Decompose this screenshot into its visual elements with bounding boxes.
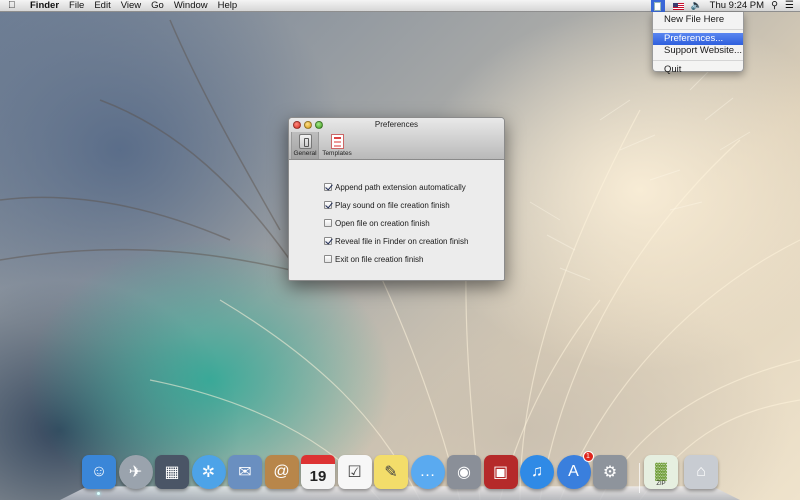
checkbox-append-path-extension[interactable] [324,183,332,191]
safari-icon[interactable]: ✲ [191,455,226,489]
spotlight-search-icon[interactable]: ⚲ [771,0,778,12]
menu-file[interactable]: File [69,0,84,12]
zip-label: ZIP [656,481,666,487]
notification-center-icon[interactable]: ☰ [785,0,794,12]
preferences-window: Preferences General Templates Append pat… [288,117,505,281]
option-label: Play sound on file creation finish [335,200,450,210]
menu-go[interactable]: Go [151,0,164,12]
option-append-path-extension[interactable]: Append path extension automatically [324,178,504,196]
finder-icon[interactable]: ☺ [82,455,116,489]
menu-bar:  Finder File Edit View Go Window Help 🔈… [0,0,800,12]
notes-icon[interactable]: ✎ [374,455,408,489]
clock[interactable]: Thu 9:24 PM [710,0,764,12]
tab-general[interactable]: General [291,132,319,159]
general-switch-icon [298,134,312,149]
trash-icon[interactable]: ⌂ [684,455,718,489]
menu-item-quit[interactable]: Quit [653,64,743,76]
status-dropdown-menu: New File Here Preferences... Support Web… [652,12,744,75]
checkbox-reveal-in-finder[interactable] [324,237,332,245]
dock-divider [639,463,640,493]
launchpad-icon[interactable]: ✈ [118,455,153,489]
menu-view[interactable]: View [121,0,141,12]
itunes-icon[interactable]: ♫ [520,455,554,489]
tab-templates[interactable]: Templates [320,132,354,159]
photo-booth-icon[interactable]: ▣ [483,455,518,489]
contacts-icon[interactable]: @ [264,455,299,489]
menu-help[interactable]: Help [218,0,238,12]
us-flag-input-icon[interactable] [672,2,684,10]
menu-separator [653,60,743,61]
option-reveal-in-finder[interactable]: Reveal file in Finder on creation finish [324,232,504,250]
window-title: Preferences [374,120,419,129]
option-open-file[interactable]: Open file on creation finish [324,214,504,232]
messages-icon[interactable]: … [410,455,445,489]
menu-edit[interactable]: Edit [94,0,110,12]
reminders-icon[interactable]: ☑ [337,455,372,489]
running-indicator [97,492,100,495]
mission-control-icon[interactable]: ▦ [155,455,189,489]
menu-window[interactable]: Window [174,0,208,12]
option-label: Append path extension automatically [335,182,466,192]
menu-app-name[interactable]: Finder [30,0,59,12]
facetime-icon[interactable]: ◉ [447,455,481,489]
volume-icon[interactable]: 🔈 [691,0,703,12]
option-play-sound[interactable]: Play sound on file creation finish [324,196,504,214]
system-preferences-icon[interactable]: ⚙ [593,455,627,489]
new-file-status-icon[interactable] [650,0,665,12]
menu-item-new-file-here[interactable]: New File Here [653,14,743,26]
menu-item-support-website[interactable]: Support Website... [653,45,743,57]
tab-templates-label: Templates [322,150,352,157]
templates-document-icon [330,134,344,149]
checkbox-open-file[interactable] [324,219,332,227]
option-exit-on-finish[interactable]: Exit on file creation finish [324,250,504,268]
window-toolbar: Preferences General Templates [289,118,504,160]
calendar-date-label: 19 [309,467,327,485]
menu-separator [653,29,743,30]
notification-badge: 1 [582,451,594,462]
mail-icon[interactable]: ✉ [228,455,262,489]
menu-item-preferences[interactable]: Preferences... [653,33,743,45]
checkbox-play-sound[interactable] [324,201,332,209]
option-label: Open file on creation finish [335,218,430,228]
option-label: Reveal file in Finder on creation finish [335,236,469,246]
calendar-icon[interactable]: 19 [301,455,335,489]
option-label: Exit on file creation finish [335,254,424,264]
app-store-icon[interactable]: A1 [556,451,594,489]
apple-menu-icon[interactable]:  [8,0,22,12]
checkbox-exit-on-finish[interactable] [324,255,332,263]
tab-general-label: General [293,150,317,157]
preferences-general-pane: Append path extension automatically Play… [289,160,504,268]
status-area: 🔈 Thu 9:24 PM ⚲ ☰ [650,0,800,12]
dock: ☺ ✈ ▦ ✲ ✉ @19 ☑ ✎… ◉ ▣ ♫ A 1 ⚙ ▓ ZIP ⌂ [82,451,722,495]
archive-utility-icon[interactable]: ▓ ZIP [644,455,678,489]
